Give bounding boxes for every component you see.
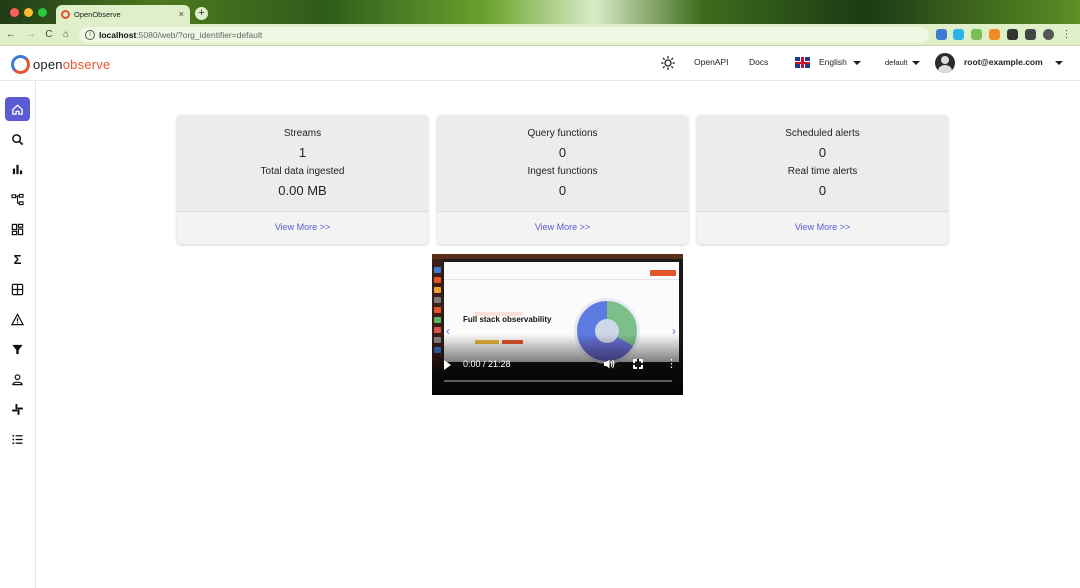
card-value: 0: [818, 183, 827, 198]
view-more-link[interactable]: View More >>: [177, 211, 428, 244]
reload-button[interactable]: C: [42, 27, 56, 43]
sidebar-item-slack[interactable]: [5, 397, 30, 421]
browser-tab-strip: OpenObserve × +: [0, 0, 1080, 24]
card-label: Ingest functions: [527, 166, 598, 177]
card-label: Streams: [283, 128, 322, 139]
forward-button[interactable]: →: [24, 27, 38, 43]
user-menu[interactable]: root@example.com: [964, 46, 1063, 81]
alerts-card: Scheduled alerts 0 Real time alerts 0 Vi…: [697, 115, 948, 244]
openapi-link[interactable]: OpenAPI: [694, 46, 729, 81]
sigma-icon: Σ: [13, 251, 22, 267]
tab-title: OpenObserve: [74, 10, 121, 19]
table-grid-icon: [11, 283, 24, 295]
organization-selector[interactable]: default: [885, 46, 920, 81]
profile-icon[interactable]: [1043, 29, 1054, 40]
organization-label: default: [885, 58, 908, 67]
volume-icon[interactable]: [603, 358, 615, 370]
app-header: openobserve OpenAPI Docs English default…: [0, 46, 1080, 81]
extension-icon[interactable]: [971, 29, 982, 40]
sidepanel-icon[interactable]: [1025, 29, 1036, 40]
minimize-window-button[interactable]: [24, 8, 33, 17]
card-value: 0: [558, 145, 567, 160]
sidebar-item-ingestion[interactable]: [5, 337, 30, 361]
video-frame-topbar: [432, 254, 683, 259]
dashboard-icon: [11, 223, 24, 235]
browser-tab[interactable]: OpenObserve ×: [56, 5, 190, 24]
openobserve-logo[interactable]: openobserve: [11, 54, 110, 74]
sidebar-item-dashboards[interactable]: [5, 217, 30, 241]
sidebar-item-functions[interactable]: Σ: [5, 247, 30, 271]
sidebar-item-traces[interactable]: [5, 187, 30, 211]
video-headline: Full stack observability: [463, 315, 552, 324]
address-bar[interactable]: i localhost:5080/web/?org_identifier=def…: [79, 27, 929, 43]
view-more-link[interactable]: View More >>: [437, 211, 688, 244]
logo-text-open: open: [33, 56, 63, 72]
avatar[interactable]: [935, 53, 955, 73]
account-tree-icon: [11, 193, 24, 205]
openobserve-favicon-icon: [61, 10, 70, 19]
sidebar-item-about[interactable]: [5, 427, 30, 451]
docs-link[interactable]: Docs: [749, 46, 768, 81]
view-more-link[interactable]: View More >>: [697, 211, 948, 244]
browser-menu-icon[interactable]: ⋮: [1061, 29, 1072, 40]
extensions-puzzle-icon[interactable]: [1007, 29, 1018, 40]
home-button[interactable]: ⌂: [59, 27, 73, 43]
user-email: root@example.com: [964, 57, 1043, 67]
filter-icon: [12, 344, 23, 354]
warning-icon: [11, 312, 24, 325]
language-label: English: [819, 57, 847, 67]
video-time: 0:00 / 21:28: [463, 359, 511, 369]
sidebar-item-metrics[interactable]: [5, 157, 30, 181]
language-selector[interactable]: English: [819, 46, 861, 81]
video-thumb-navbar: [444, 268, 679, 280]
card-label: Query functions: [527, 128, 598, 139]
metamask-icon[interactable]: [989, 29, 1000, 40]
person-icon: [12, 373, 23, 385]
sidebar-item-home[interactable]: [5, 97, 30, 121]
card-value: 0.00 MB: [278, 183, 327, 198]
list-icon: [12, 434, 23, 444]
url-path: :5080/web/?org_identifier=default: [136, 30, 263, 40]
uk-flag-icon: [795, 57, 810, 68]
chevron-down-icon: [852, 60, 861, 65]
sidebar-item-streams[interactable]: [5, 277, 30, 301]
more-options-icon[interactable]: ⋮: [666, 358, 677, 370]
site-info-icon[interactable]: i: [85, 30, 95, 40]
card-label: Real time alerts: [787, 166, 858, 177]
tab-close-icon[interactable]: ×: [179, 5, 184, 24]
slack-icon: [11, 403, 24, 415]
close-window-button[interactable]: [10, 8, 19, 17]
search-icon: [12, 133, 24, 145]
streams-card: Streams 1 Total data ingested 0.00 MB Vi…: [177, 115, 428, 244]
play-icon[interactable]: [444, 360, 451, 370]
url-host: localhost: [99, 30, 137, 40]
video-thumb-button: [650, 270, 676, 276]
chevron-down-icon: [911, 61, 920, 66]
zoom-window-button[interactable]: [38, 8, 47, 17]
new-tab-button[interactable]: +: [195, 7, 208, 20]
logo-mark-icon: [11, 54, 30, 74]
card-label: Total data ingested: [260, 166, 345, 177]
home-icon: [12, 103, 23, 115]
card-value: 1: [298, 145, 307, 160]
sidebar-item-alerts[interactable]: [5, 307, 30, 331]
bar-chart-icon: [12, 164, 23, 174]
extension-icon[interactable]: [936, 29, 947, 40]
browser-toolbar: ← → C ⌂ i localhost:5080/web/?org_identi…: [0, 24, 1080, 46]
sidebar: Σ: [0, 81, 36, 588]
back-button[interactable]: ←: [4, 27, 18, 43]
intro-video-player[interactable]: Full stack observability ‹ › 0:00 / 21:2…: [432, 254, 683, 395]
card-label: Scheduled alerts: [785, 128, 860, 139]
card-value: 0: [558, 183, 567, 198]
video-progress-bar[interactable]: [444, 380, 672, 382]
fullscreen-icon[interactable]: [633, 359, 643, 369]
chevron-down-icon: [1054, 60, 1063, 65]
sidebar-item-iam[interactable]: [5, 367, 30, 391]
card-value: 0: [818, 145, 827, 160]
sidebar-item-search[interactable]: [5, 127, 30, 151]
functions-card: Query functions 0 Ingest functions 0 Vie…: [437, 115, 688, 244]
logo-text-observe: observe: [62, 56, 111, 72]
extension-icon[interactable]: [953, 29, 964, 40]
theme-toggle-sun-icon[interactable]: [661, 56, 675, 70]
